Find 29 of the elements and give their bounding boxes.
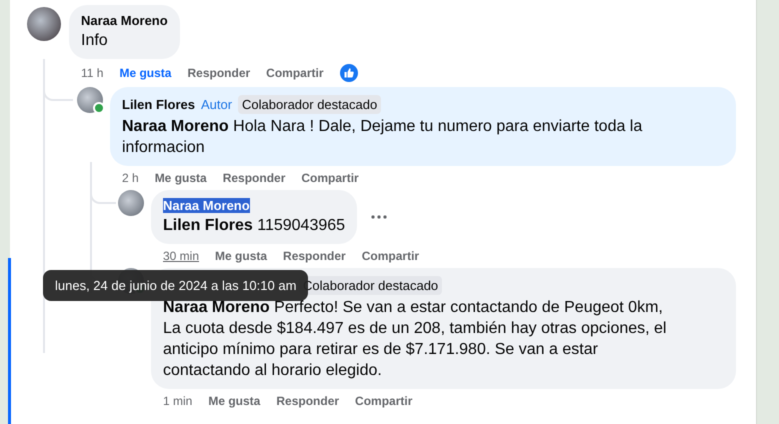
- comment-action[interactable]: Responder: [276, 394, 340, 408]
- comment-time[interactable]: 2 h: [122, 171, 139, 185]
- comment-text: Lilen Flores 1159043965: [163, 216, 346, 236]
- comment-time[interactable]: 30 min: [163, 249, 200, 263]
- comment-action[interactable]: Me gusta: [154, 171, 207, 185]
- comment-text: Info: [81, 31, 109, 51]
- contributor-badge: Colaborador destacado: [238, 95, 382, 114]
- comment-action[interactable]: Compartir: [266, 66, 324, 80]
- comment-action[interactable]: Me gusta: [215, 249, 268, 263]
- avatar[interactable]: [27, 7, 61, 41]
- author-name[interactable]: Lilen Flores: [122, 97, 195, 112]
- author-label: Autor: [200, 97, 232, 112]
- comment-time[interactable]: 11 h: [81, 66, 104, 80]
- author-name[interactable]: Naraa Moreno: [81, 13, 168, 28]
- comment-text: Naraa Moreno Perfecto! Se van a estar contactando de Peugeot 0km, La cuota desde $184.497 es de un 208, también hay otras opciones, el anticipo mínimo para retirar es de $7.171.980. Se van a estar contactando al horario elegido.: [163, 298, 668, 381]
- comment-action[interactable]: Compartir: [362, 249, 420, 263]
- comment-time[interactable]: 1 min: [163, 394, 192, 408]
- comment-action[interactable]: Responder: [187, 66, 250, 80]
- comment-action[interactable]: Compartir: [301, 171, 359, 185]
- avatar[interactable]: [118, 190, 144, 216]
- comment-action[interactable]: Responder: [222, 171, 286, 185]
- avatar[interactable]: [77, 87, 103, 113]
- comment-action[interactable]: Responder: [283, 249, 346, 263]
- comment-action[interactable]: Me gusta: [119, 66, 172, 80]
- comment-action[interactable]: Me gusta: [208, 394, 260, 408]
- more-options-icon[interactable]: [371, 215, 388, 219]
- comment-text: Naraa Moreno Hola Nara ! Dale, Dejame tu numero para enviarte toda la informacion: [122, 117, 644, 158]
- author-name[interactable]: Naraa Moreno: [163, 198, 250, 213]
- comment-action[interactable]: Compartir: [355, 394, 412, 408]
